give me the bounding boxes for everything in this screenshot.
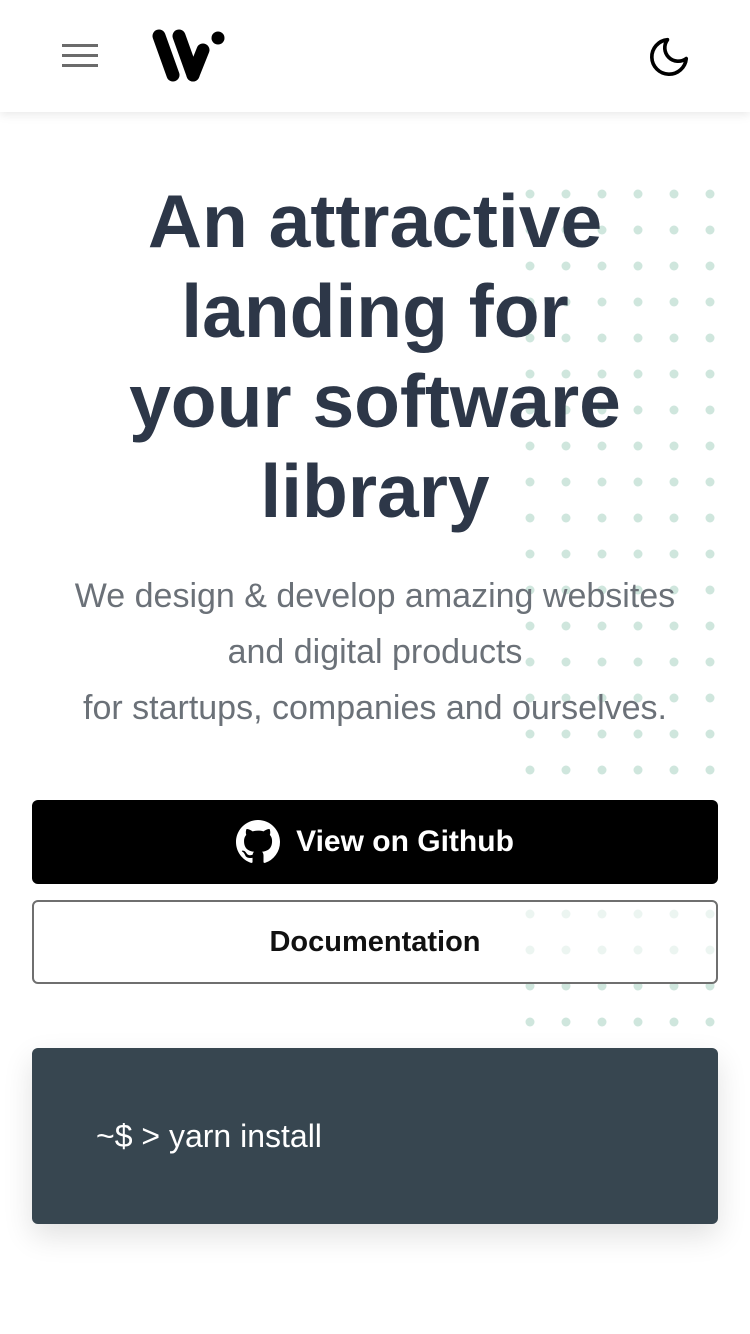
decorative-dot	[669, 765, 679, 775]
top-navbar	[0, 0, 750, 112]
decorative-dot	[525, 1017, 535, 1027]
decorative-dot	[705, 765, 715, 775]
moon-icon[interactable]	[646, 34, 692, 80]
github-icon	[236, 820, 281, 863]
decorative-dot	[669, 549, 679, 559]
decorative-dot	[633, 1017, 643, 1027]
decorative-dot	[561, 1017, 571, 1027]
terminal-code-block: ~$ > yarn install	[32, 1048, 718, 1224]
decorative-dot	[525, 765, 535, 775]
terminal-command: ~$ > yarn install	[96, 1118, 322, 1154]
decorative-dot	[705, 549, 715, 559]
hero-title-line: An attractive	[147, 179, 603, 263]
decorative-dot	[669, 1017, 679, 1027]
brand-logo-icon[interactable]	[150, 28, 228, 84]
view-on-github-button[interactable]: View on Github	[32, 800, 718, 884]
decorative-dot	[525, 549, 535, 559]
hero-title-line: library	[260, 449, 490, 533]
decorative-dot	[561, 549, 571, 559]
hamburger-menu-icon[interactable]	[62, 44, 98, 68]
hero-subtitle-line: and digital products	[227, 633, 523, 671]
hero-title-line: your software	[129, 359, 621, 443]
github-button-label: View on Github	[296, 825, 514, 858]
hero-subtitle: We design & develop amazing websites and…	[0, 568, 750, 736]
decorative-dot	[561, 765, 571, 775]
hero-subtitle-line: for startups, companies and ourselves.	[83, 689, 667, 727]
decorative-dot	[705, 1017, 715, 1027]
decorative-dot	[597, 549, 607, 559]
hero-subtitle-line: We design & develop amazing websites	[74, 577, 676, 615]
decorative-dot	[633, 765, 643, 775]
decorative-dot	[597, 1017, 607, 1027]
hero-title-line: landing for	[181, 269, 569, 353]
documentation-button-label: Documentation	[269, 925, 481, 958]
hero-title: An attractive landing for your software …	[0, 176, 750, 536]
documentation-button[interactable]: Documentation	[32, 900, 718, 984]
decorative-dot	[633, 549, 643, 559]
decorative-dot	[597, 765, 607, 775]
